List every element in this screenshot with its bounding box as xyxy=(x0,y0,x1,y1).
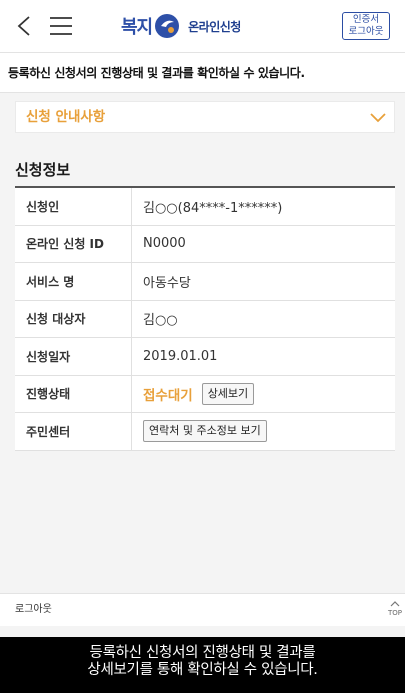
caption-line-1: 등록하신 신청서의 진행상태 및 결과를 xyxy=(89,645,316,661)
guide-accordion[interactable]: 신청 안내사항 xyxy=(15,101,395,133)
row-value: 김○○(84****-1******) xyxy=(143,200,283,216)
scroll-top-button[interactable]: TOP xyxy=(386,599,404,623)
row-value: 연락처 및 주소정보 보기 xyxy=(132,413,395,450)
certificate-logout-button[interactable]: 인증서 로그아웃 xyxy=(342,12,390,40)
caption-overlay: 등록하신 신청서의 진행상태 및 결과를 상세보기를 통해 확인하실 수 있습니… xyxy=(0,637,405,693)
row-label: 진행상태 xyxy=(15,375,132,412)
contact-address-button[interactable]: 연락처 및 주소정보 보기 xyxy=(143,420,267,443)
row-label: 온라인 신청 ID xyxy=(15,225,132,262)
row-value: 접수대기 상세보기 xyxy=(132,376,395,413)
logout-link[interactable]: 로그아웃 xyxy=(15,594,52,626)
logo-subtitle: 온라인신청 xyxy=(188,19,241,34)
footer-bar: 로그아웃 TOP xyxy=(0,593,405,626)
application-info-table: 신청인 김○○(84****-1******) 온라인 신청 ID N0000 … xyxy=(15,186,395,451)
detail-view-button[interactable]: 상세보기 xyxy=(201,382,255,405)
chevron-down-icon xyxy=(370,113,386,123)
row-value: N0000 xyxy=(143,236,186,252)
table-row: 신청인 김○○(84****-1******) xyxy=(15,188,395,226)
notice-text: 등록하신 신청서의 진행상태 및 결과를 확인하실 수 있습니다. xyxy=(0,53,405,93)
table-row: 주민센터 연락처 및 주소정보 보기 xyxy=(15,413,395,451)
table-row: 신청 대상자 김○○ xyxy=(15,300,395,338)
back-button[interactable] xyxy=(14,14,36,38)
table-row: 진행상태 접수대기 상세보기 xyxy=(15,375,395,413)
guide-title: 신청 안내사항 xyxy=(26,109,106,125)
top-label: TOP xyxy=(387,609,402,617)
hamburger-icon xyxy=(50,17,72,35)
caption-line-2: 상세보기를 통해 확인하실 수 있습니다. xyxy=(87,662,318,678)
row-label: 신청인 xyxy=(15,188,132,225)
row-value: 2019.01.01 xyxy=(143,348,218,364)
row-label: 신청 대상자 xyxy=(15,300,132,337)
logo-mark-icon xyxy=(154,13,180,39)
section-title: 신청정보 xyxy=(15,161,71,179)
row-label: 서비스 명 xyxy=(15,263,132,300)
chevron-left-icon xyxy=(17,16,30,36)
row-value: 김○○ xyxy=(143,313,178,329)
cert-logout-line1: 인증서 xyxy=(352,14,380,25)
status-badge: 접수대기 xyxy=(143,387,193,404)
table-row: 온라인 신청 ID N0000 xyxy=(15,225,395,263)
app-header: 복지 온라인신청 인증서 로그아웃 xyxy=(0,0,405,53)
logo-word: 복지 xyxy=(121,17,153,38)
row-label: 주민센터 xyxy=(15,413,132,450)
menu-button[interactable] xyxy=(48,14,74,38)
row-label: 신청일자 xyxy=(15,338,132,375)
cert-logout-line2: 로그아웃 xyxy=(348,26,384,37)
logo[interactable]: 복지 온라인신청 xyxy=(121,11,241,41)
table-row: 신청일자 2019.01.01 xyxy=(15,338,395,376)
chevron-up-icon xyxy=(390,601,400,607)
table-row: 서비스 명 아동수당 xyxy=(15,263,395,301)
row-value: 아동수당 xyxy=(143,275,191,291)
